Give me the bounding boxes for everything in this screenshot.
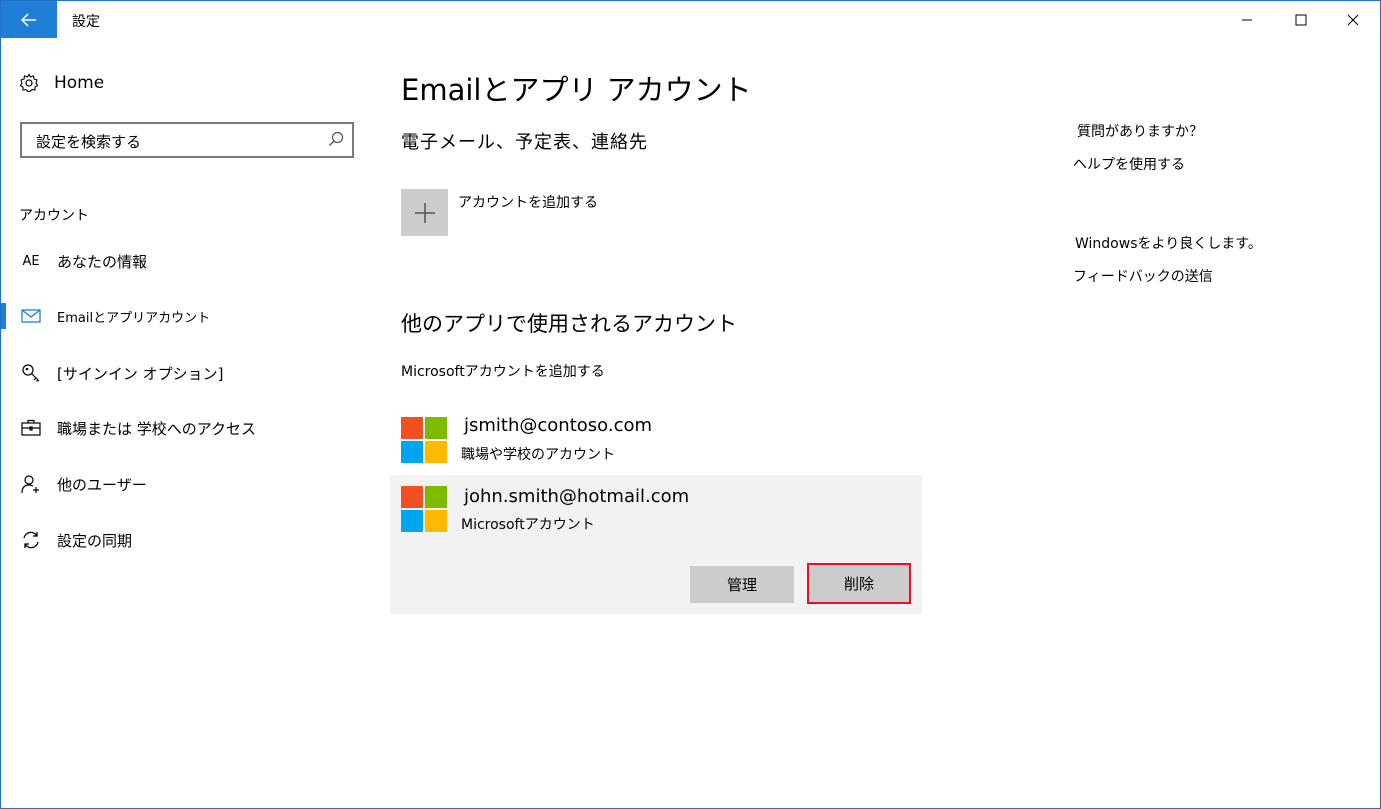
account-type: Microsoftアカウント — [461, 517, 595, 533]
page-subtitle: 電子メール、予定表、連絡先 — [401, 132, 648, 153]
sidebar-item-label: 他のユーザー — [57, 475, 147, 494]
sidebar-item-label: Emailとアプリアカウント — [57, 310, 211, 326]
help-question: 質問がありますか？ — [1077, 124, 1203, 140]
accounts-section-label: アカウント — [19, 208, 89, 224]
search-box[interactable]: 設定を検索する — [20, 122, 354, 158]
sidebar-item-label: 設定の同期 — [57, 531, 133, 550]
account-item-contoso[interactable]: jsmith@contoso.com 職場や学校のアカウント — [401, 415, 701, 465]
sidebar-item-email-accounts[interactable]: Emailとアプリアカウント — [1, 296, 371, 336]
microsoft-logo-icon — [401, 417, 448, 464]
home-label: Home — [54, 73, 105, 93]
account-email: john.smith@hotmail.com — [464, 486, 690, 507]
home-nav[interactable]: Home — [19, 73, 104, 93]
account-item-hotmail[interactable]: john.smith@hotmail.com Microsoftアカウント — [401, 486, 701, 536]
minimize-button[interactable] — [1224, 1, 1270, 38]
active-indicator — [1, 303, 6, 329]
sidebar-item-label: 職場または 学校へのアクセス — [57, 419, 257, 438]
add-account-label: アカウントを追加する — [458, 195, 598, 211]
close-icon — [1347, 14, 1359, 25]
back-button[interactable] — [1, 1, 57, 38]
briefcase-icon — [19, 416, 43, 440]
back-arrow-icon — [21, 12, 36, 27]
search-input[interactable]: 設定を検索する — [36, 131, 141, 152]
manage-button[interactable]: 管理 — [690, 566, 794, 603]
minimize-icon — [1242, 19, 1252, 20]
settings-window: 設定 Home 設定を検索する アカウント AE あなたの情報 Emailとアプ… — [0, 0, 1381, 809]
improve-windows-text: Windowsをより良くします。 — [1075, 236, 1262, 252]
account-type: 職場や学校のアカウント — [461, 447, 615, 463]
sidebar-item-your-info[interactable]: AE あなたの情報 — [1, 241, 371, 281]
search-icon[interactable] — [328, 131, 344, 147]
get-help-link[interactable]: ヘルプを使用する — [1073, 154, 1185, 174]
title-bar: 設定 — [1, 1, 1380, 38]
microsoft-logo-icon — [401, 486, 448, 533]
person-add-icon — [19, 472, 43, 496]
sidebar-item-label: [サインイン オプション] — [57, 364, 224, 383]
your-info-initials: AE — [22, 253, 40, 269]
sidebar-item-work-school[interactable]: 職場または 学校へのアクセス — [1, 408, 371, 448]
account-email: jsmith@contoso.com — [464, 415, 653, 436]
add-microsoft-account-link[interactable]: Microsoftアカウントを追加する — [401, 361, 605, 381]
sidebar-item-sign-in-options[interactable]: [サインイン オプション] — [1, 353, 371, 393]
feedback-link[interactable]: フィードバックの送信 — [1073, 266, 1213, 286]
page-title: Emailとアプリ アカウント — [401, 73, 752, 107]
sync-icon — [19, 528, 43, 552]
key-icon — [19, 361, 43, 385]
other-apps-heading: 他のアプリで使用されるアカウント — [401, 312, 737, 336]
maximize-icon — [1295, 14, 1307, 25]
sidebar-item-sync-settings[interactable]: 設定の同期 — [1, 520, 371, 560]
mail-icon — [19, 304, 43, 328]
sidebar-item-label: あなたの情報 — [57, 252, 148, 271]
sidebar-item-other-users[interactable]: 他のユーザー — [1, 464, 371, 504]
delete-button[interactable]: 削除 — [807, 563, 911, 604]
gear-icon — [19, 73, 39, 93]
plus-icon — [401, 189, 448, 236]
maximize-button[interactable] — [1278, 1, 1324, 38]
close-button[interactable] — [1330, 1, 1376, 38]
window-title: 設定 — [72, 14, 100, 30]
